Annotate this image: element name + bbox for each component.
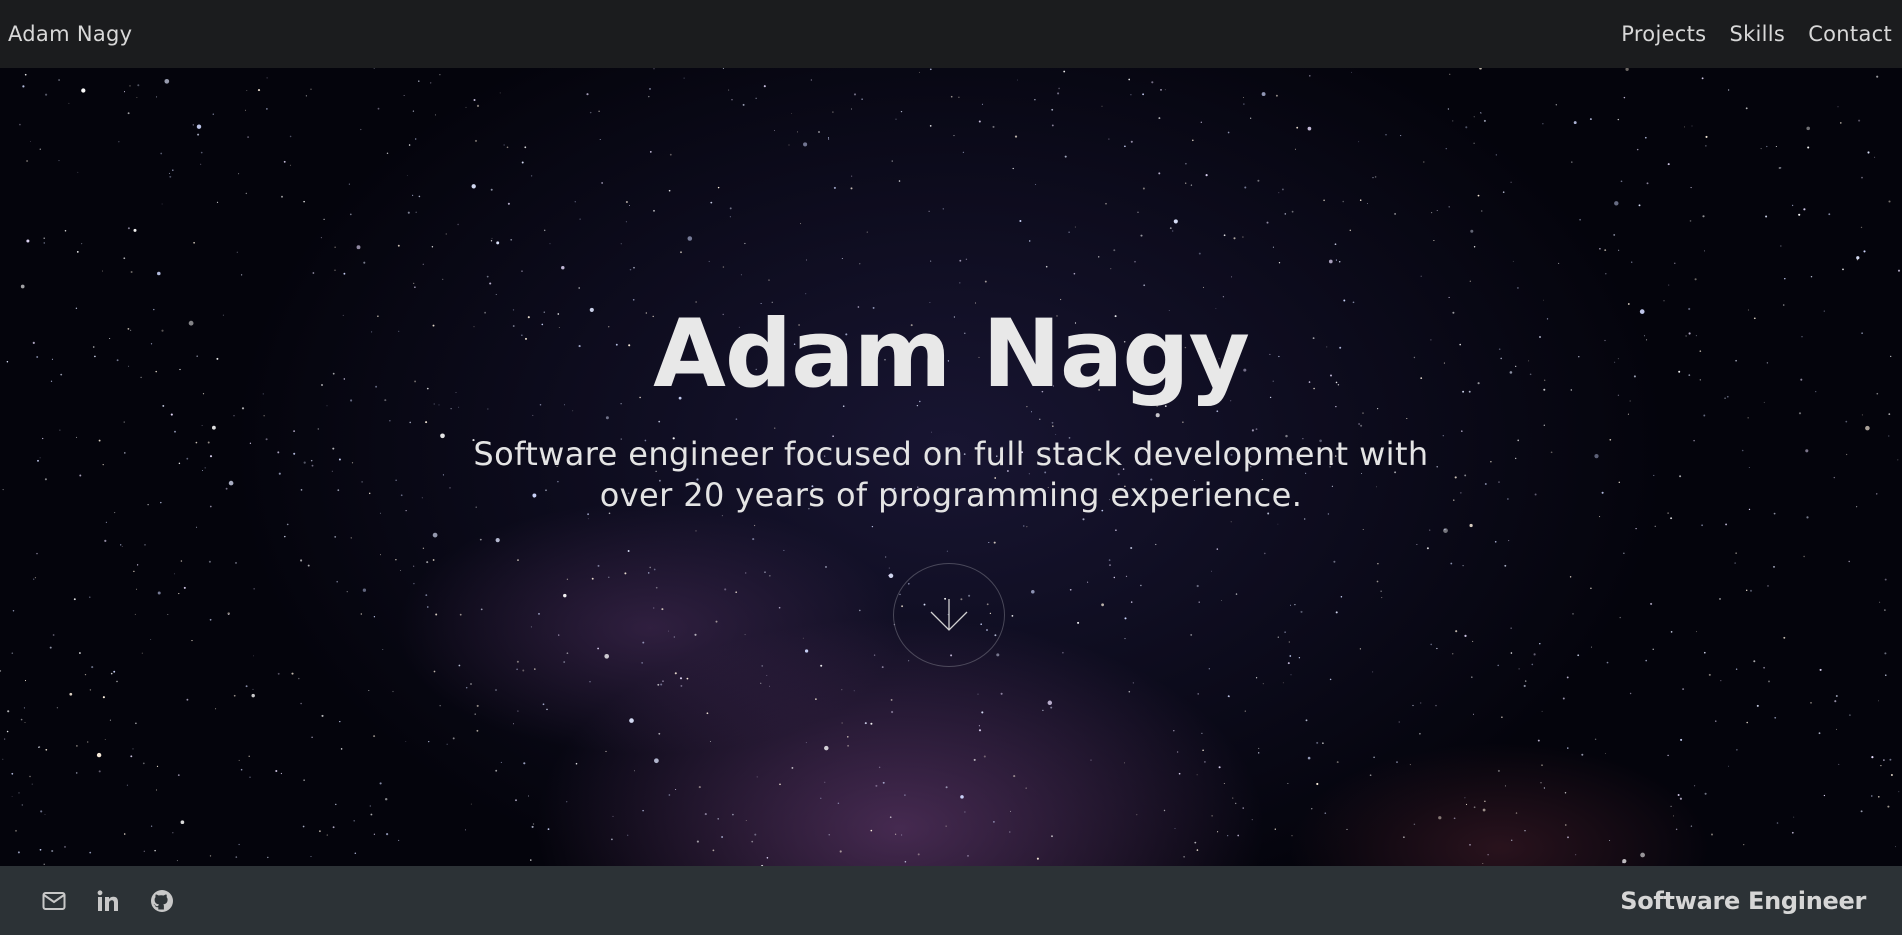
hero-title: Adam Nagy xyxy=(653,300,1250,409)
scroll-down-button[interactable] xyxy=(893,563,1005,667)
hero-subtitle: Software engineer focused on full stack … xyxy=(451,434,1451,516)
nav-link-projects[interactable]: Projects xyxy=(1621,22,1706,46)
github-link[interactable] xyxy=(150,889,174,913)
nav-link-contact[interactable]: Contact xyxy=(1808,22,1892,46)
social-links xyxy=(42,889,174,913)
email-link[interactable] xyxy=(42,889,66,913)
footer-bar: Software Engineer xyxy=(0,866,1902,935)
github-icon xyxy=(151,889,173,912)
nav-link-skills[interactable]: Skills xyxy=(1729,22,1785,46)
hero-subtitle-line-1: Software engineer focused on full stack … xyxy=(473,435,1429,473)
hero-subtitle-line-2: over 20 years of programming experience. xyxy=(599,476,1303,514)
brand-link[interactable]: Adam Nagy xyxy=(8,22,132,46)
main-nav: Projects Skills Contact xyxy=(1621,22,1892,46)
linkedin-link[interactable] xyxy=(96,889,120,913)
mail-icon xyxy=(42,891,66,910)
linkedin-icon xyxy=(97,889,118,911)
page: Adam Nagy Projects Skills Contact Adam N… xyxy=(0,0,1902,935)
arrow-down-icon xyxy=(930,599,968,631)
hero-content: Adam Nagy Software engineer focused on f… xyxy=(0,68,1902,866)
hero-section: Adam Nagy Software engineer focused on f… xyxy=(0,68,1902,866)
top-navbar: Adam Nagy Projects Skills Contact xyxy=(0,0,1902,68)
footer-role-label: Software Engineer xyxy=(1620,886,1866,915)
